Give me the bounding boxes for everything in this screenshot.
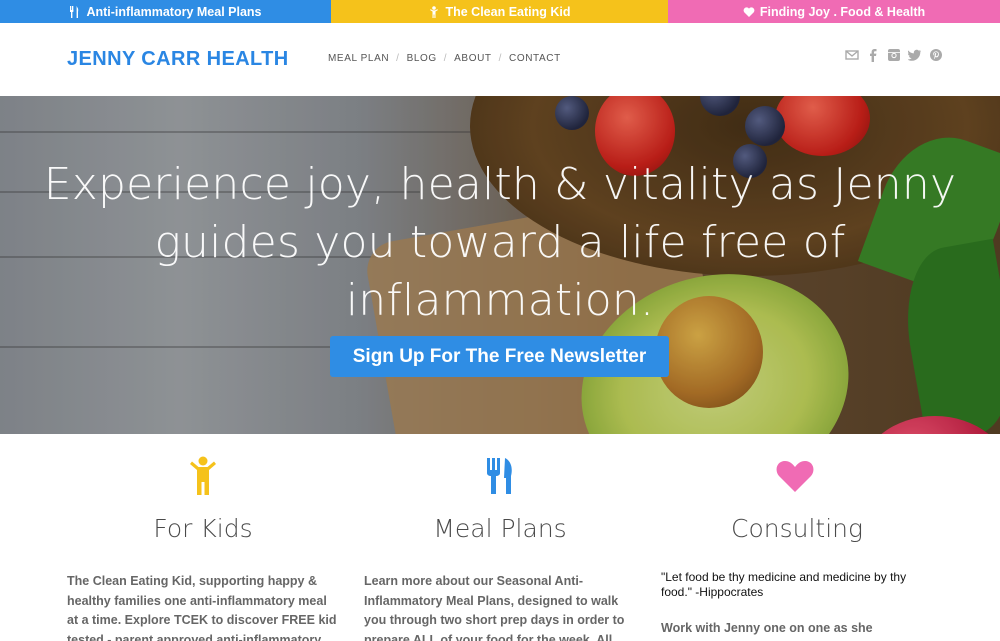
column-description: Work with Jenny one on one as she formul… [661, 621, 873, 641]
topbar-label: Anti-inflammatory Meal Plans [86, 4, 262, 19]
feature-columns: For Kids The Clean Eating Kid, supportin… [0, 434, 1000, 641]
nav-item-contact[interactable]: CONTACT [509, 53, 561, 64]
heart-icon[interactable] [775, 456, 815, 496]
newsletter-signup-button[interactable]: Sign Up For The Free Newsletter [330, 336, 669, 377]
facebook-icon[interactable] [866, 48, 880, 62]
nav-separator: / [498, 53, 502, 64]
nav-separator: / [443, 53, 448, 64]
topbar-link-finding-joy[interactable]: Finding Joy . Food & Health [668, 0, 1000, 23]
twitter-icon[interactable] [908, 48, 922, 62]
social-links [845, 48, 943, 62]
column-title[interactable]: For Kids [67, 514, 339, 543]
nav-item-meal-plan[interactable]: MEAL PLAN [328, 53, 389, 64]
kid-icon [428, 5, 440, 18]
topbar-link-clean-eating-kid[interactable]: The Clean Eating Kid [331, 0, 668, 23]
nav-item-blog[interactable]: BLOG [407, 53, 437, 64]
topbar-label: The Clean Eating Kid [445, 4, 571, 19]
instagram-icon[interactable] [887, 48, 901, 62]
nav-separator: / [396, 53, 400, 64]
kid-icon[interactable] [183, 456, 223, 496]
pinterest-icon[interactable] [929, 48, 943, 62]
topbar-link-meal-plans[interactable]: Anti-inflammatory Meal Plans [0, 0, 331, 23]
nav-item-about[interactable]: ABOUT [454, 53, 491, 64]
mail-icon[interactable] [845, 48, 859, 62]
hippocrates-quote: "Let food be thy medicine and medicine b… [661, 570, 907, 599]
column-title[interactable]: Consulting [661, 514, 933, 543]
column-description: The Clean Eating Kid, supporting happy &… [67, 574, 337, 641]
site-logo[interactable]: JENNY CARR HEALTH [67, 48, 289, 71]
topbar-label: Finding Joy . Food & Health [759, 4, 926, 19]
fork-knife-icon[interactable] [480, 456, 520, 496]
hero-banner: Experience joy, health & vitality as Jen… [0, 96, 1000, 434]
heart-icon [743, 6, 755, 18]
column-description: Learn more about our Seasonal Anti-Infla… [364, 574, 625, 641]
hero-headline: Experience joy, health & vitality as Jen… [43, 159, 957, 326]
main-nav: MEAL PLAN / BLOG / ABOUT / CONTACT [328, 53, 561, 64]
column-title[interactable]: Meal Plans [364, 514, 636, 543]
site-header: JENNY CARR HEALTH MEAL PLAN / BLOG / ABO… [0, 23, 1000, 96]
top-link-bar: Anti-inflammatory Meal Plans The Clean E… [0, 0, 1000, 23]
fork-knife-icon [69, 5, 81, 18]
